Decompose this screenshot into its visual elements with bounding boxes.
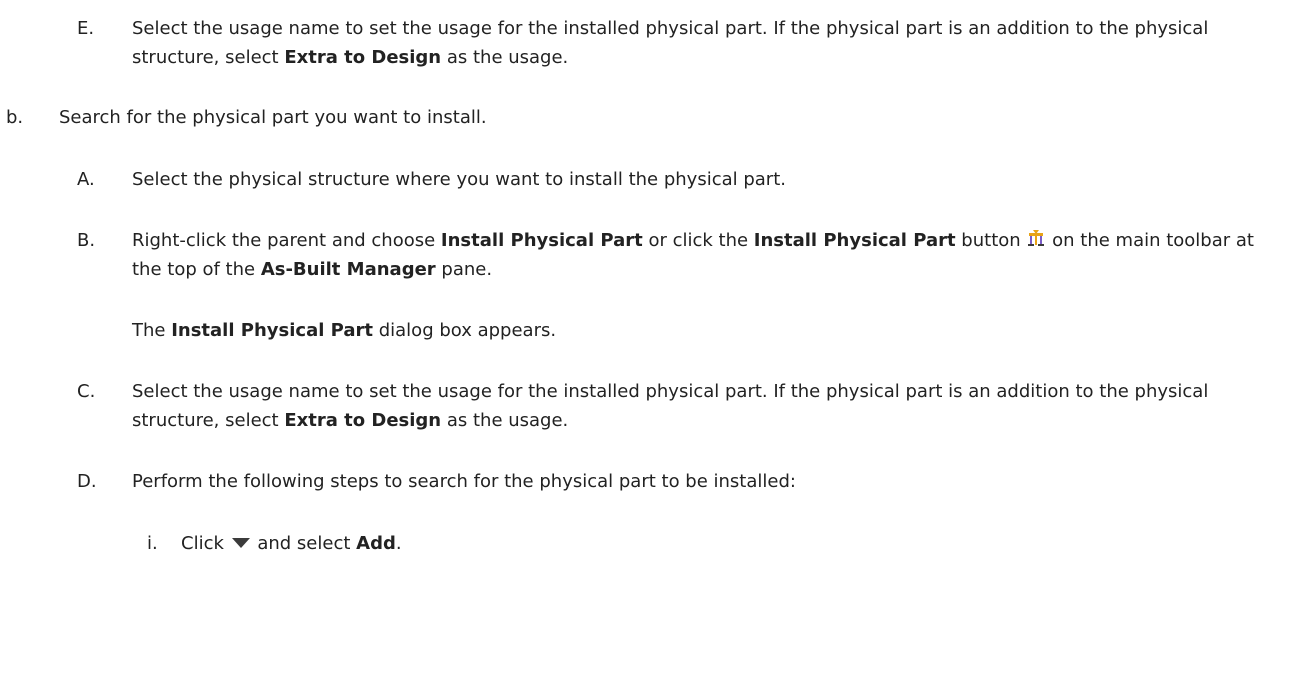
- text-run: The: [132, 320, 172, 341]
- ui-term: Add: [356, 533, 396, 554]
- install-physical-part-icon: [1026, 229, 1046, 249]
- step-text: Right-click the parent and choose Instal…: [132, 226, 1281, 284]
- step-marker: C.: [77, 381, 96, 402]
- text-run: and select: [251, 533, 357, 554]
- ui-term: Install Physical Part: [171, 320, 373, 341]
- step-text: Search for the physical part you want to…: [59, 107, 487, 128]
- ui-term: Install Physical Part: [440, 230, 643, 251]
- step-marker: B.: [77, 230, 96, 251]
- note-text: The Install Physical Part dialog box app…: [132, 316, 1281, 345]
- step-marker: A.: [77, 169, 95, 190]
- step-text: Click and select Add.: [181, 529, 1281, 558]
- text-run: or click the: [642, 230, 754, 251]
- ui-term: Extra to Design: [284, 410, 442, 431]
- step-text: Select the usage name to set the usage f…: [132, 14, 1281, 72]
- step-text: Select the usage name to set the usage f…: [132, 377, 1281, 435]
- step-marker: E.: [77, 18, 95, 39]
- step-marker: b.: [6, 107, 24, 128]
- text-run: pane.: [435, 259, 493, 280]
- text-run: Click: [181, 533, 230, 554]
- text-run: dialog box appears.: [373, 320, 557, 341]
- step-marker: D.: [77, 471, 97, 492]
- ui-term: Install Physical Part: [753, 230, 956, 251]
- text-run: button: [955, 230, 1027, 251]
- text-run: as the usage.: [441, 47, 569, 68]
- text-run: .: [395, 533, 402, 554]
- step-marker: i.: [147, 533, 158, 554]
- text-run: as the usage.: [441, 410, 569, 431]
- step-text: Select the physical structure where you …: [132, 169, 786, 190]
- ui-term: Extra to Design: [284, 47, 442, 68]
- step-text: Perform the following steps to search fo…: [132, 471, 796, 492]
- ui-term: As-Built Manager: [260, 259, 436, 280]
- text-run: Right-click the parent and choose: [132, 230, 441, 251]
- dropdown-arrow-icon: [230, 530, 252, 548]
